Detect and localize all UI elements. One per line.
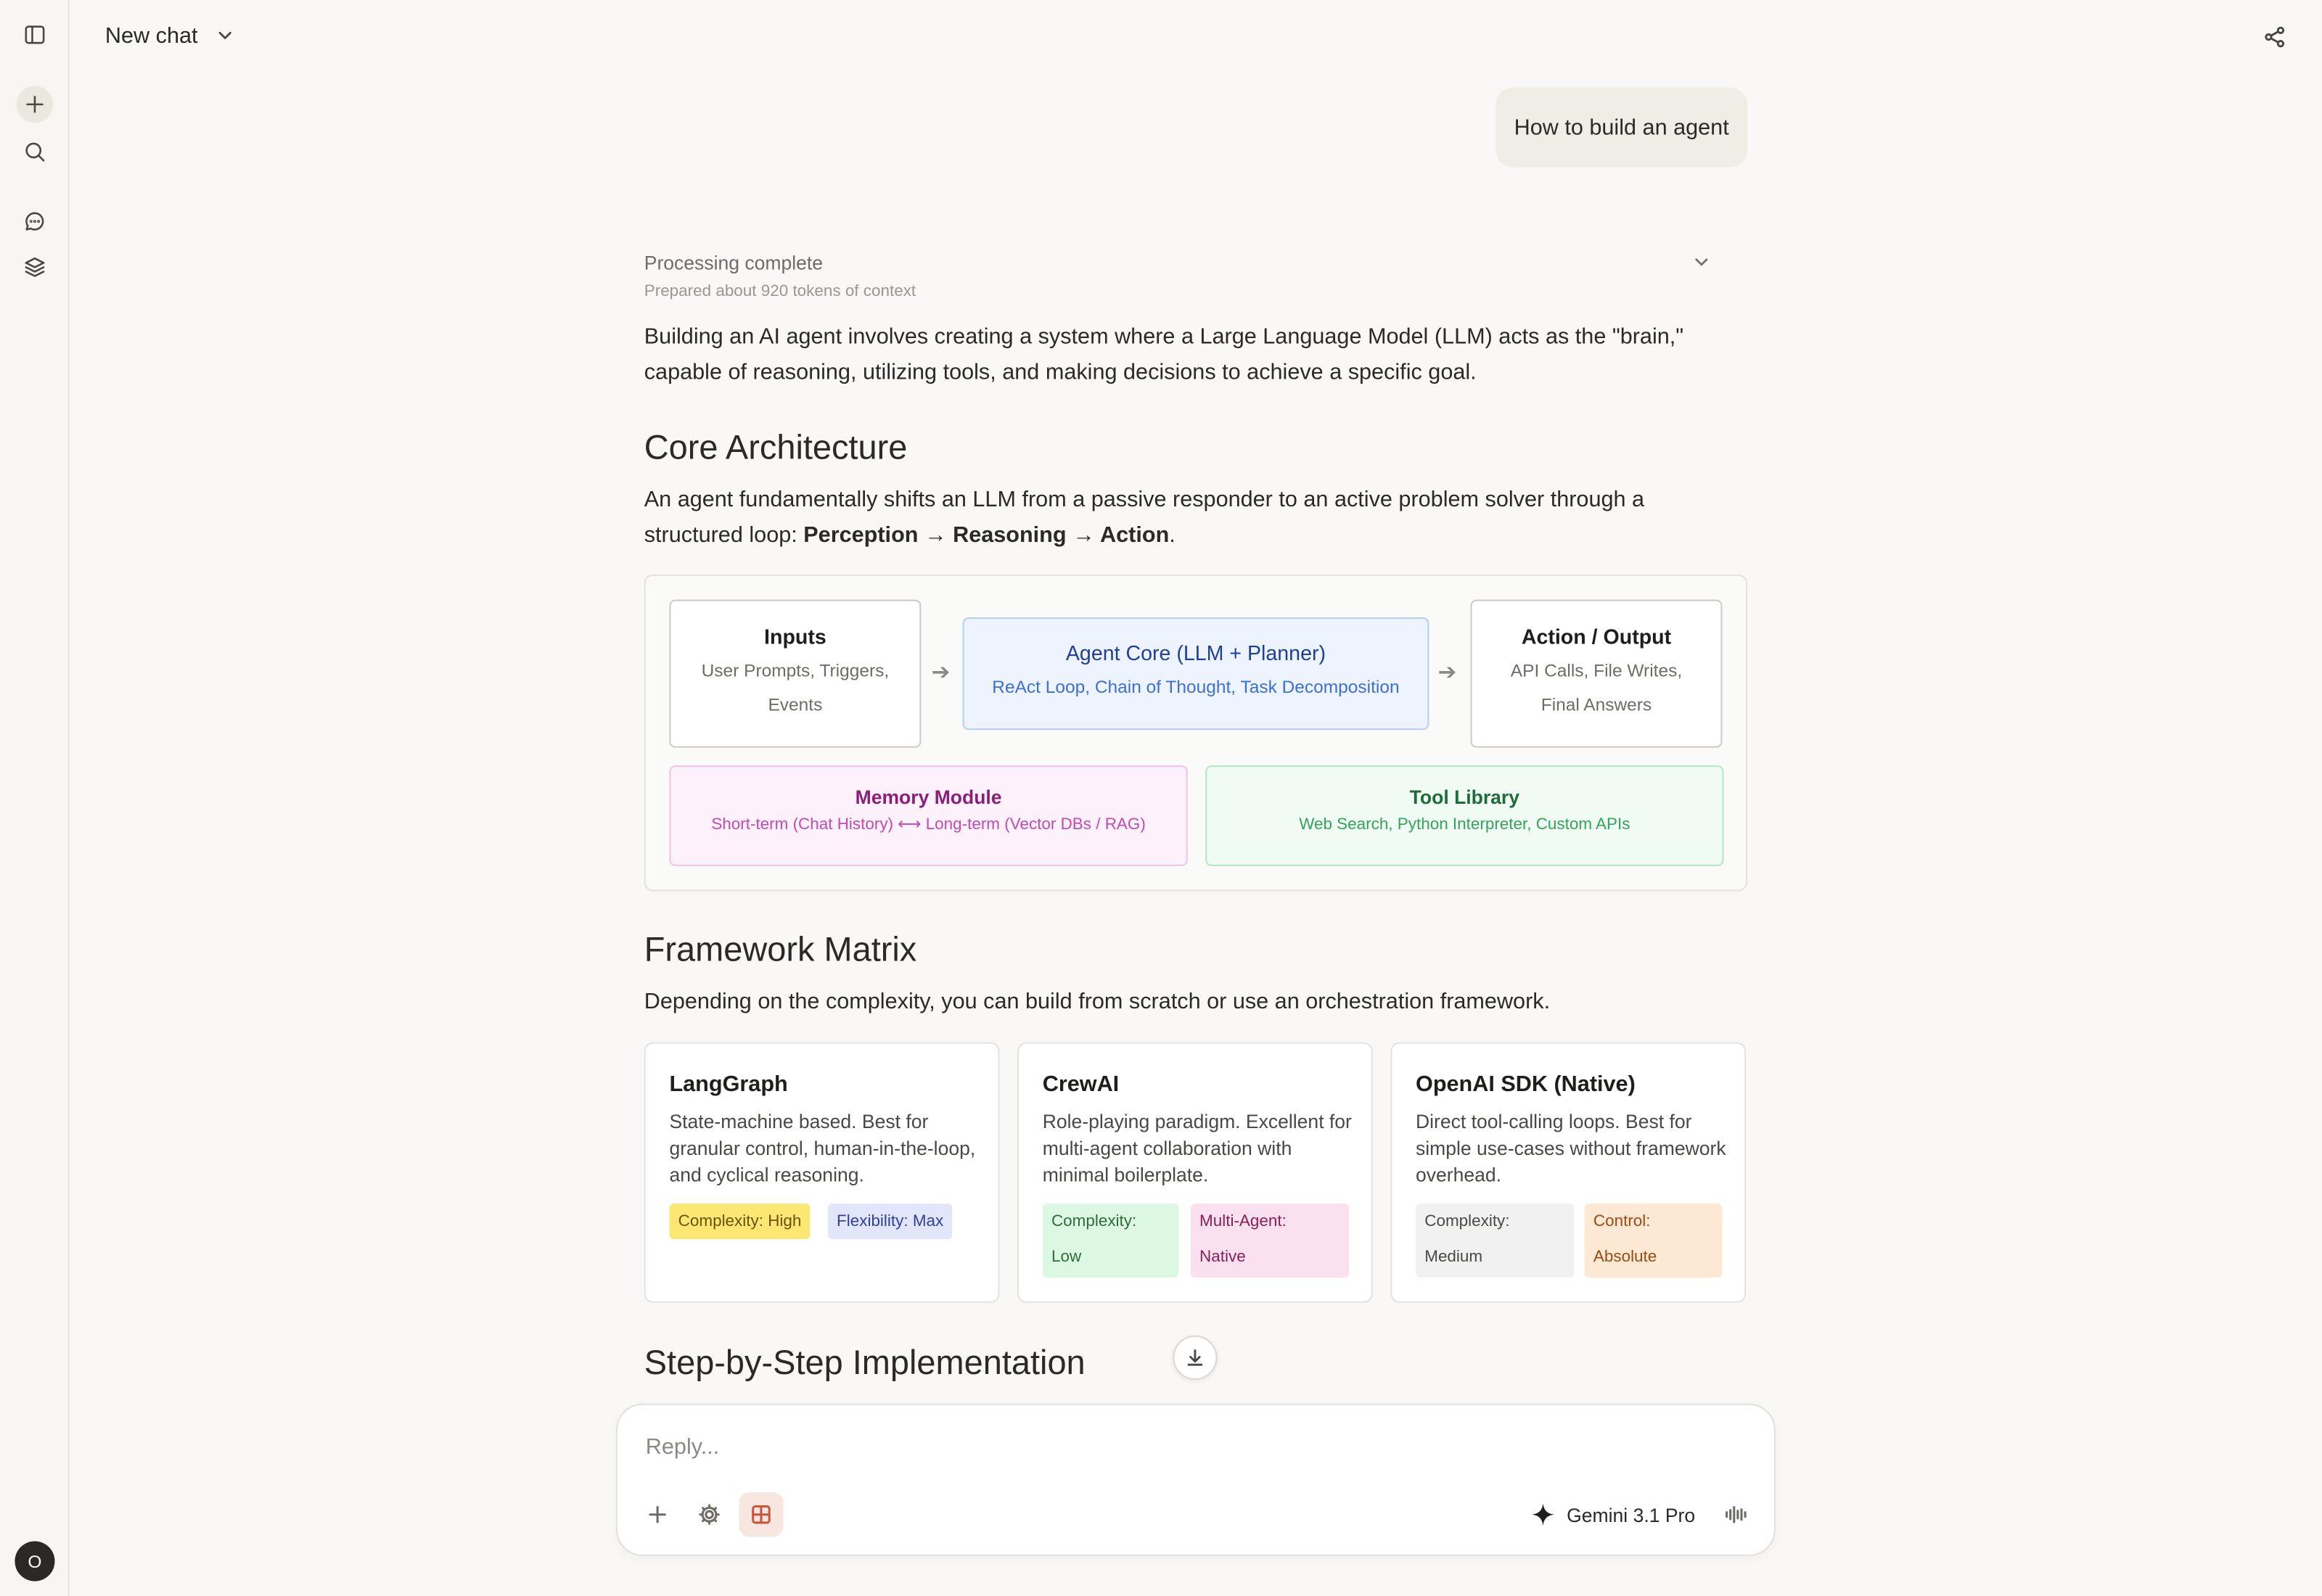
tag-value: Medium bbox=[1424, 1248, 1483, 1266]
tag-label: Multi-Agent: bbox=[1199, 1212, 1287, 1230]
tag-label: Complexity: bbox=[1424, 1212, 1510, 1230]
user-message-bubble: How to build an agent bbox=[1496, 87, 1748, 168]
core-line-2-suffix: . bbox=[1169, 522, 1176, 548]
memory-module-box: Memory Module Short-term (Chat History) … bbox=[669, 765, 1188, 866]
framework-card-langgraph: LangGraph State-machine based. Best for … bbox=[644, 1042, 1000, 1303]
tag-value: Low bbox=[1051, 1248, 1082, 1266]
canvas-tool-button[interactable] bbox=[739, 1492, 784, 1537]
inputs-box: Inputs User Prompts, Triggers, Events bbox=[669, 599, 922, 748]
complexity-tag: Complexity: Medium bbox=[1416, 1204, 1575, 1278]
chat-title[interactable]: New chat bbox=[105, 24, 198, 49]
processing-status: Processing complete bbox=[644, 251, 824, 274]
gear-icon bbox=[699, 1504, 720, 1525]
audio-waveform-icon bbox=[1726, 1506, 1747, 1523]
tag-label: Complexity: bbox=[1051, 1212, 1137, 1230]
model-selector[interactable]: Gemini 3.1 Pro bbox=[1531, 1497, 1695, 1532]
intro-line-1: Building an AI agent involves creating a… bbox=[644, 324, 1684, 350]
voice-input-button[interactable] bbox=[1713, 1492, 1757, 1537]
complexity-tag: Complexity: Low bbox=[1042, 1204, 1179, 1278]
memory-module-desc: Short-term (Chat History) ⟷ Long-term (V… bbox=[711, 815, 1146, 834]
search-icon[interactable] bbox=[16, 133, 53, 170]
action-output-desc-1: API Calls, File Writes, bbox=[1510, 660, 1683, 681]
sidebar: O bbox=[0, 0, 70, 1596]
complexity-tag: Complexity: High bbox=[669, 1204, 811, 1240]
inputs-desc-2: Events bbox=[768, 694, 823, 715]
action-output-title: Action / Output bbox=[1521, 625, 1672, 649]
composer: Gemini 3.1 Pro bbox=[615, 1403, 1776, 1556]
inputs-title: Inputs bbox=[764, 625, 826, 649]
tag-value: Absolute bbox=[1593, 1248, 1657, 1266]
chats-icon[interactable] bbox=[16, 203, 53, 240]
sparkle-icon bbox=[1532, 1503, 1554, 1526]
intro-line-2: capable of reasoning, utilizing tools, a… bbox=[644, 358, 1477, 384]
tool-library-title: Tool Library bbox=[1409, 786, 1520, 809]
action-output-desc-2: Final Answers bbox=[1541, 694, 1652, 715]
share-icon[interactable] bbox=[2261, 24, 2288, 51]
chevron-down-icon[interactable] bbox=[215, 25, 236, 46]
core-architecture-heading: Core Architecture bbox=[644, 427, 908, 466]
agent-core-desc: ReAct Loop, Chain of Thought, Task Decom… bbox=[992, 676, 1400, 698]
inputs-desc-1: User Prompts, Triggers, bbox=[701, 660, 890, 681]
framework-card-crewai: CrewAI Role-playing paradigm. Excellent … bbox=[1017, 1042, 1373, 1303]
architecture-diagram: Inputs User Prompts, Triggers, Events ➔ … bbox=[644, 574, 1748, 892]
tool-library-desc: Web Search, Python Interpreter, Custom A… bbox=[1299, 815, 1630, 834]
reply-input[interactable] bbox=[645, 1428, 1742, 1465]
avatar[interactable]: O bbox=[15, 1541, 55, 1581]
tool-library-box: Tool Library Web Search, Python Interpre… bbox=[1205, 765, 1724, 866]
model-name: Gemini 3.1 Pro bbox=[1567, 1503, 1696, 1526]
arrow-right-icon: ➔ bbox=[931, 660, 951, 686]
core-loop-bold: Perception → Reasoning → Action bbox=[803, 522, 1170, 548]
settings-button[interactable] bbox=[687, 1492, 731, 1537]
action-output-box: Action / Output API Calls, File Writes, … bbox=[1470, 599, 1723, 748]
core-paragraph: An agent fundamentally shifts an LLM fro… bbox=[644, 482, 1747, 552]
agent-core-box: Agent Core (LLM + Planner) ReAct Loop, C… bbox=[962, 617, 1429, 731]
sidebar-toggle-icon[interactable] bbox=[16, 16, 53, 53]
core-line-2: structured loop: Perception → Reasoning … bbox=[644, 517, 1747, 552]
grid-icon bbox=[752, 1505, 771, 1524]
framework-card-openai-sdk: OpenAI SDK (Native) Direct tool-calling … bbox=[1390, 1042, 1747, 1303]
intro-paragraph: Building an AI agent involves creating a… bbox=[644, 320, 1747, 390]
plus-icon bbox=[649, 1506, 666, 1523]
arrow-down-icon bbox=[1187, 1349, 1203, 1366]
framework-intro: Depending on the complexity, you can bui… bbox=[644, 989, 1551, 1014]
expand-chevron-icon[interactable] bbox=[1691, 252, 1712, 273]
flexibility-tag: Flexibility: Max bbox=[827, 1204, 953, 1240]
card-title: OpenAI SDK (Native) bbox=[1416, 1071, 1636, 1098]
processing-subtext: Prepared about 920 tokens of context bbox=[644, 282, 916, 301]
core-line-2-prefix: structured loop: bbox=[644, 522, 804, 548]
multi-agent-tag: Multi-Agent: Native bbox=[1190, 1204, 1350, 1278]
control-tag: Control: Absolute bbox=[1584, 1204, 1723, 1278]
card-desc: Direct tool-calling loops. Best for simp… bbox=[1416, 1110, 1726, 1186]
memory-module-title: Memory Module bbox=[855, 786, 1002, 809]
tag-label: Control: bbox=[1593, 1212, 1651, 1230]
core-line-1: An agent fundamentally shifts an LLM fro… bbox=[644, 487, 1645, 513]
projects-layers-icon[interactable] bbox=[16, 249, 53, 286]
card-title: CrewAI bbox=[1042, 1071, 1120, 1098]
agent-core-title: Agent Core (LLM + Planner) bbox=[1065, 641, 1326, 665]
add-attachment-button[interactable] bbox=[636, 1492, 680, 1537]
card-desc: Role-playing paradigm. Excellent for mul… bbox=[1042, 1110, 1352, 1186]
card-desc: State-machine based. Best for granular c… bbox=[669, 1110, 976, 1186]
scroll-to-bottom-button[interactable] bbox=[1173, 1335, 1218, 1381]
card-title: LangGraph bbox=[669, 1071, 788, 1098]
new-chat-button[interactable] bbox=[16, 86, 54, 123]
framework-matrix-heading: Framework Matrix bbox=[644, 929, 917, 968]
arrow-right-icon: ➔ bbox=[1437, 660, 1457, 686]
tag-value: Native bbox=[1199, 1248, 1246, 1266]
